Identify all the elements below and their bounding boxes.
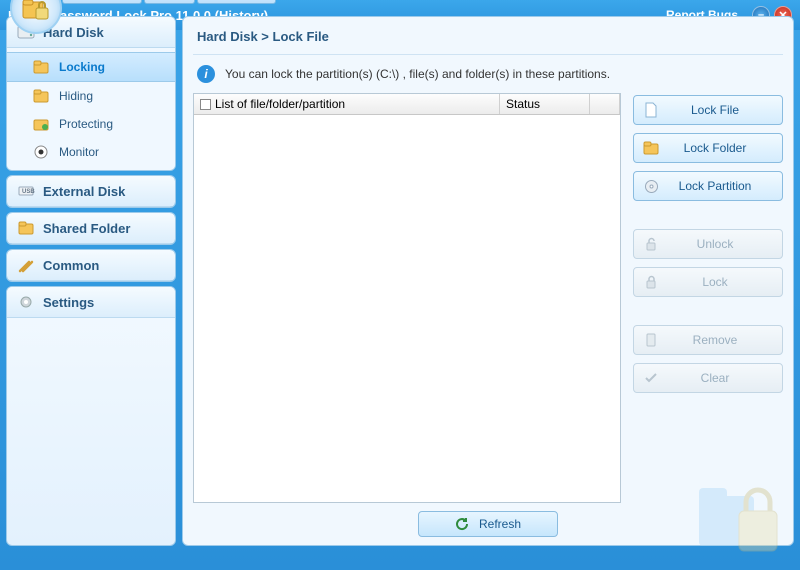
sidebar-section-settings[interactable]: Settings: [7, 287, 175, 318]
sidebar-item-label: Protecting: [59, 117, 113, 131]
sidebar-section-shared-folder[interactable]: Shared Folder: [7, 213, 175, 244]
lock-folder-button[interactable]: Lock Folder: [633, 133, 783, 163]
monitor-icon: [33, 144, 49, 160]
lock-partition-button[interactable]: Lock Partition: [633, 171, 783, 201]
gear-icon: [17, 293, 35, 311]
menu-protection[interactable]: Protection: [62, 0, 142, 4]
sidebar-item-locking[interactable]: Locking: [7, 52, 175, 82]
select-all-checkbox[interactable]: [200, 99, 211, 110]
file-list-table[interactable]: List of file/folder/partition Status: [193, 93, 621, 503]
menu-help[interactable]: Help: [144, 0, 195, 4]
unlock-button[interactable]: Unlock: [633, 229, 783, 259]
folder-hide-icon: [33, 88, 49, 104]
refresh-icon: [455, 517, 469, 531]
menu-language[interactable]: Language: [197, 0, 276, 4]
tools-icon: [17, 256, 35, 274]
folder-protect-icon: [33, 116, 49, 132]
sidebar-item-label: Hiding: [59, 89, 93, 103]
sidebar-label: Settings: [43, 295, 94, 310]
sidebar-label: Shared Folder: [43, 221, 130, 236]
refresh-button[interactable]: Refresh: [418, 511, 558, 537]
folder-lock-icon: [33, 59, 49, 75]
sidebar-section-external-disk[interactable]: USB External Disk: [7, 176, 175, 207]
sidebar-item-label: Monitor: [59, 145, 99, 159]
lock-file-button[interactable]: Lock File: [633, 95, 783, 125]
clear-button[interactable]: Clear: [633, 363, 783, 393]
shared-folder-icon: [17, 219, 35, 237]
table-header-status[interactable]: Status: [500, 94, 590, 114]
lock-button[interactable]: Lock: [633, 267, 783, 297]
sidebar-item-monitor[interactable]: Monitor: [7, 138, 175, 166]
usb-icon: USB: [17, 182, 35, 200]
table-body: [194, 115, 620, 502]
sidebar-item-label: Locking: [59, 60, 105, 74]
info-text: You can lock the partition(s) (C:\) , fi…: [225, 67, 610, 81]
svg-text:USB: USB: [22, 189, 35, 195]
sidebar-label: External Disk: [43, 184, 125, 199]
table-header-spacer: [590, 94, 620, 114]
remove-button[interactable]: Remove: [633, 325, 783, 355]
breadcrumb: Hard Disk > Lock File: [193, 25, 783, 55]
sidebar-label: Common: [43, 258, 99, 273]
info-icon: i: [197, 65, 215, 83]
sidebar-item-protecting[interactable]: Protecting: [7, 110, 175, 138]
sidebar-section-common[interactable]: Common: [7, 250, 175, 281]
table-header-list[interactable]: List of file/folder/partition: [194, 94, 500, 114]
sidebar-item-hiding[interactable]: Hiding: [7, 82, 175, 110]
